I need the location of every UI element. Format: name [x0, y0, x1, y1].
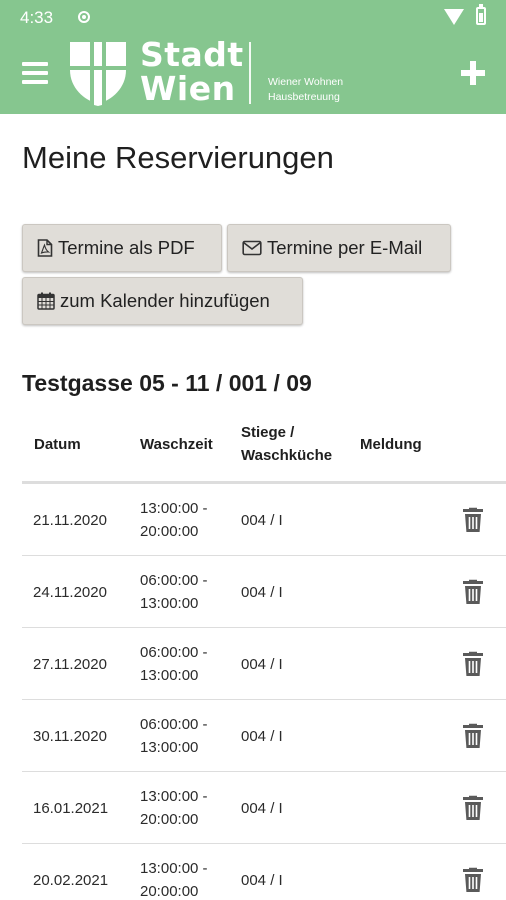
- row-time-to: 20:00:00: [140, 883, 199, 900]
- row-date: 20.02.2021: [33, 872, 109, 889]
- row-time: 06:00:00 - 13:00:00: [140, 641, 208, 687]
- column-header-stiege-line-2: Waschküche: [241, 447, 333, 464]
- brand-subtitle-line-1: Wiener Wohnen: [268, 76, 344, 88]
- trash-icon[interactable]: [461, 723, 485, 749]
- table-row: 27.11.2020 06:00:00 - 13:00:00 004 / I: [22, 628, 506, 700]
- brand-name: Stadt Wien: [140, 38, 244, 106]
- row-time-to: 13:00:00: [140, 739, 199, 756]
- row-time-from: 13:00:00 -: [140, 788, 208, 805]
- row-time-from: 06:00:00 -: [140, 644, 208, 661]
- row-time-to: 13:00:00: [140, 667, 199, 684]
- wifi-icon: [444, 9, 464, 25]
- trash-icon[interactable]: [461, 651, 485, 677]
- location-title: Testgasse 05 - 11 / 001 / 09: [22, 370, 312, 396]
- envelope-icon: [242, 240, 262, 256]
- row-time: 06:00:00 - 13:00:00: [140, 713, 208, 759]
- row-time: 13:00:00 - 20:00:00: [140, 497, 208, 543]
- column-header-stiege: Stiege / Waschküche: [241, 421, 332, 467]
- brand-line-1: Stadt: [140, 35, 244, 74]
- row-date: 30.11.2020: [33, 728, 107, 745]
- row-stiege: 004 / I: [241, 584, 283, 601]
- row-stiege: 004 / I: [241, 656, 283, 673]
- pdf-export-label: Termine als PDF: [58, 237, 195, 258]
- row-date: 21.11.2020: [33, 512, 107, 529]
- status-bar: 4:33: [0, 0, 506, 34]
- pdf-export-button[interactable]: Termine als PDF: [22, 224, 222, 272]
- row-date: 16.01.2021: [33, 800, 109, 817]
- battery-icon: [476, 4, 486, 25]
- row-time-from: 13:00:00 -: [140, 500, 208, 517]
- row-time: 13:00:00 - 20:00:00: [140, 785, 208, 831]
- status-time: 4:33: [20, 8, 54, 27]
- notification-dot-icon: [78, 11, 90, 23]
- pdf-file-icon: [37, 239, 53, 257]
- row-time-to: 13:00:00: [140, 595, 199, 612]
- app-bar: Stadt Wien Wiener Wohnen Hausbetreuung: [0, 34, 506, 114]
- email-export-button[interactable]: Termine per E-Mail: [227, 224, 451, 272]
- column-header-stiege-line-1: Stiege /: [241, 424, 295, 441]
- table-row: 30.11.2020 06:00:00 - 13:00:00 004 / I: [22, 700, 506, 772]
- trash-icon[interactable]: [461, 867, 485, 893]
- brand-subtitle: Wiener Wohnen Hausbetreuung: [268, 75, 343, 105]
- row-date: 27.11.2020: [33, 656, 107, 673]
- page-title: Meine Reservierungen: [22, 140, 334, 175]
- column-header-datum: Datum: [34, 436, 81, 453]
- trash-icon[interactable]: [461, 579, 485, 605]
- row-time: 06:00:00 - 13:00:00: [140, 569, 208, 615]
- brand-line-2: Wien: [140, 69, 236, 108]
- row-stiege: 004 / I: [241, 800, 283, 817]
- table-row: 24.11.2020 06:00:00 - 13:00:00 004 / I: [22, 556, 506, 628]
- row-time: 13:00:00 - 20:00:00: [140, 857, 208, 900]
- column-header-waschzeit: Waschzeit: [140, 436, 213, 453]
- table-row: 20.02.2021 13:00:00 - 20:00:00 004 / I: [22, 844, 506, 900]
- trash-icon[interactable]: [461, 795, 485, 821]
- row-stiege: 004 / I: [241, 512, 283, 529]
- row-stiege: 004 / I: [241, 872, 283, 889]
- email-export-label: Termine per E-Mail: [267, 237, 423, 258]
- column-header-meldung: Meldung: [360, 436, 422, 453]
- add-to-calendar-label: zum Kalender hinzufügen: [60, 290, 270, 311]
- calendar-icon: [37, 292, 55, 310]
- row-time-from: 06:00:00 -: [140, 572, 208, 589]
- row-time-from: 06:00:00 -: [140, 716, 208, 733]
- hamburger-menu-icon[interactable]: [22, 62, 48, 84]
- row-stiege: 004 / I: [241, 728, 283, 745]
- row-date: 24.11.2020: [33, 584, 107, 601]
- add-to-calendar-button[interactable]: zum Kalender hinzufügen: [22, 277, 303, 325]
- wien-logo-icon: [70, 42, 126, 106]
- row-time-from: 13:00:00 -: [140, 860, 208, 877]
- brand-divider: [249, 42, 251, 104]
- row-time-to: 20:00:00: [140, 523, 199, 540]
- table-row: 21.11.2020 13:00:00 - 20:00:00 004 / I: [22, 484, 506, 556]
- trash-icon[interactable]: [461, 507, 485, 533]
- table-row: 16.01.2021 13:00:00 - 20:00:00 004 / I: [22, 772, 506, 844]
- brand-subtitle-line-2: Hausbetreuung: [268, 91, 340, 103]
- row-time-to: 20:00:00: [140, 811, 199, 828]
- plus-icon[interactable]: [461, 61, 485, 85]
